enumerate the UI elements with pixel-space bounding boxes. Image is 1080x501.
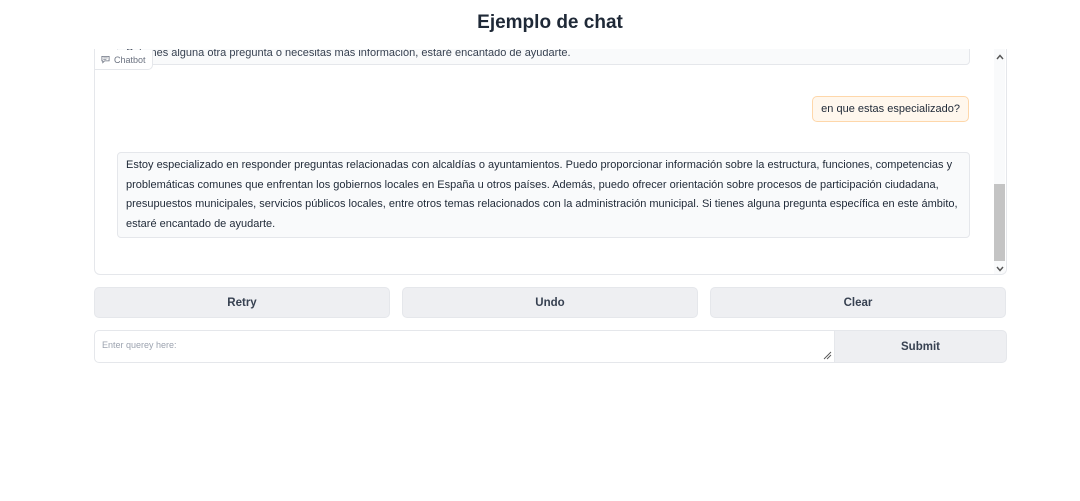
- chat-bubble-icon: [101, 55, 110, 64]
- scrollbar-thumb[interactable]: [994, 184, 1005, 261]
- query-input[interactable]: [95, 331, 834, 362]
- bot-message: Si tienes alguna otra pregunta o necesit…: [117, 49, 970, 65]
- chat-scrollbar[interactable]: [994, 49, 1005, 274]
- chatbot-panel[interactable]: Chatbot Si tienes alguna otra pregunta o…: [94, 49, 1007, 275]
- undo-button[interactable]: Undo: [402, 287, 698, 318]
- query-input-container: [94, 330, 835, 363]
- resize-grip-icon[interactable]: [822, 350, 832, 360]
- user-message-text: en que estas especializado?: [821, 103, 960, 115]
- chevron-up-icon[interactable]: [994, 52, 1005, 62]
- submit-button[interactable]: Submit: [834, 330, 1007, 363]
- retry-button[interactable]: Retry: [94, 287, 390, 318]
- bot-message: Estoy especializado en responder pregunt…: [117, 152, 970, 238]
- bot-message-text: Si tienes alguna otra pregunta o necesit…: [126, 49, 571, 59]
- page-title: Ejemplo de chat: [477, 12, 623, 33]
- bot-message-text: Estoy especializado en responder pregunt…: [126, 159, 958, 230]
- user-message: en que estas especializado?: [812, 96, 969, 122]
- chevron-down-icon[interactable]: [994, 264, 1005, 274]
- clear-button[interactable]: Clear: [710, 287, 1006, 318]
- chatbot-label-text: Chatbot: [114, 54, 146, 65]
- chatbot-label: Chatbot: [95, 50, 153, 70]
